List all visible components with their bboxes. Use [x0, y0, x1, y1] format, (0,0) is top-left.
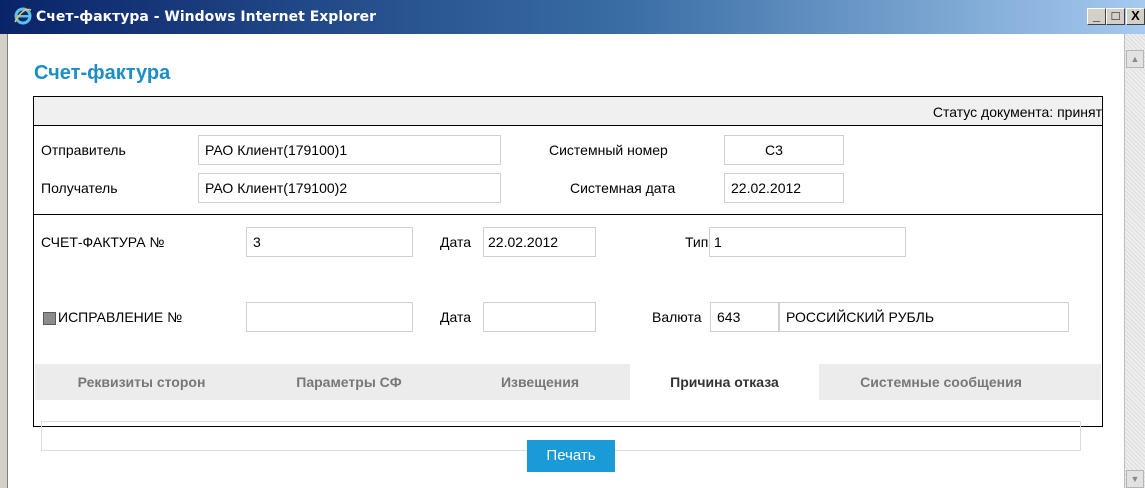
status-bar: Статус документа: принят	[34, 97, 1102, 126]
system-number-field[interactable]: С3	[724, 135, 844, 165]
scroll-up-icon[interactable]: ▲	[1126, 50, 1144, 68]
vertical-scrollbar[interactable]: ▲ ▼	[1124, 34, 1145, 488]
system-number-label: Системный номер	[549, 142, 668, 158]
invoice-number-label: СЧЕТ-ФАКТУРА №	[41, 234, 165, 250]
correction-date-field[interactable]	[483, 302, 596, 332]
currency-code-field[interactable]: 643	[710, 302, 779, 332]
sender-field[interactable]: РАО Клиент(179100)1	[198, 135, 501, 165]
tab-rejection-reason[interactable]: Причина отказа	[630, 364, 819, 400]
page-content: Счет-фактура Статус документа: принят От…	[8, 34, 1124, 488]
currency-label: Валюта	[652, 309, 702, 325]
tab-invoice-params[interactable]: Параметры СФ	[250, 364, 448, 400]
tab-bar: Реквизиты сторон Параметры СФ Извещения …	[35, 364, 1101, 400]
correction-checkbox[interactable]	[43, 312, 56, 325]
system-date-field[interactable]: 22.02.2012	[724, 173, 844, 203]
browser-window: Счет-фактура - Windows Internet Explorer…	[0, 0, 1145, 488]
tab-notifications[interactable]: Извещения	[450, 364, 630, 400]
tab-party-details[interactable]: Реквизиты сторон	[35, 364, 248, 400]
maximize-button[interactable]: □	[1106, 8, 1125, 25]
close-button[interactable]: X	[1126, 8, 1145, 25]
recipient-field[interactable]: РАО Клиент(179100)2	[198, 173, 501, 203]
correction-number-field[interactable]	[246, 302, 413, 332]
system-date-label: Системная дата	[570, 180, 676, 196]
recipient-label: Получатель	[41, 180, 118, 196]
sender-label: Отправитель	[41, 142, 126, 158]
minimize-button[interactable]: _	[1087, 8, 1106, 25]
correction-date-label: Дата	[440, 309, 472, 325]
window-title: Счет-фактура - Windows Internet Explorer	[36, 9, 377, 25]
invoice-number-field[interactable]: 3	[246, 227, 413, 257]
window-left-border	[0, 34, 8, 488]
type-label: Тип	[685, 234, 709, 250]
invoice-panel: Статус документа: принят Отправитель РАО…	[33, 96, 1103, 451]
document-status: Статус документа: принят	[932, 104, 1102, 120]
type-field[interactable]: 1	[709, 227, 906, 257]
currency-name-field[interactable]: РОССИЙСКИЙ РУБЛЬ	[779, 302, 1069, 332]
scroll-down-icon[interactable]: ▼	[1126, 470, 1144, 488]
invoice-date-field[interactable]: 22.02.2012	[483, 227, 596, 257]
page-title: Счет-фактура	[34, 62, 171, 84]
invoice-date-label: Дата	[440, 234, 472, 250]
internet-explorer-icon	[14, 7, 32, 25]
window-titlebar[interactable]: Счет-фактура - Windows Internet Explorer…	[0, 0, 1145, 34]
tab-system-messages[interactable]: Системные сообщения	[821, 364, 1061, 400]
section-divider	[34, 214, 1102, 215]
print-button[interactable]: Печать	[527, 440, 615, 472]
correction-label: ИСПРАВЛЕНИЕ №	[58, 309, 183, 325]
